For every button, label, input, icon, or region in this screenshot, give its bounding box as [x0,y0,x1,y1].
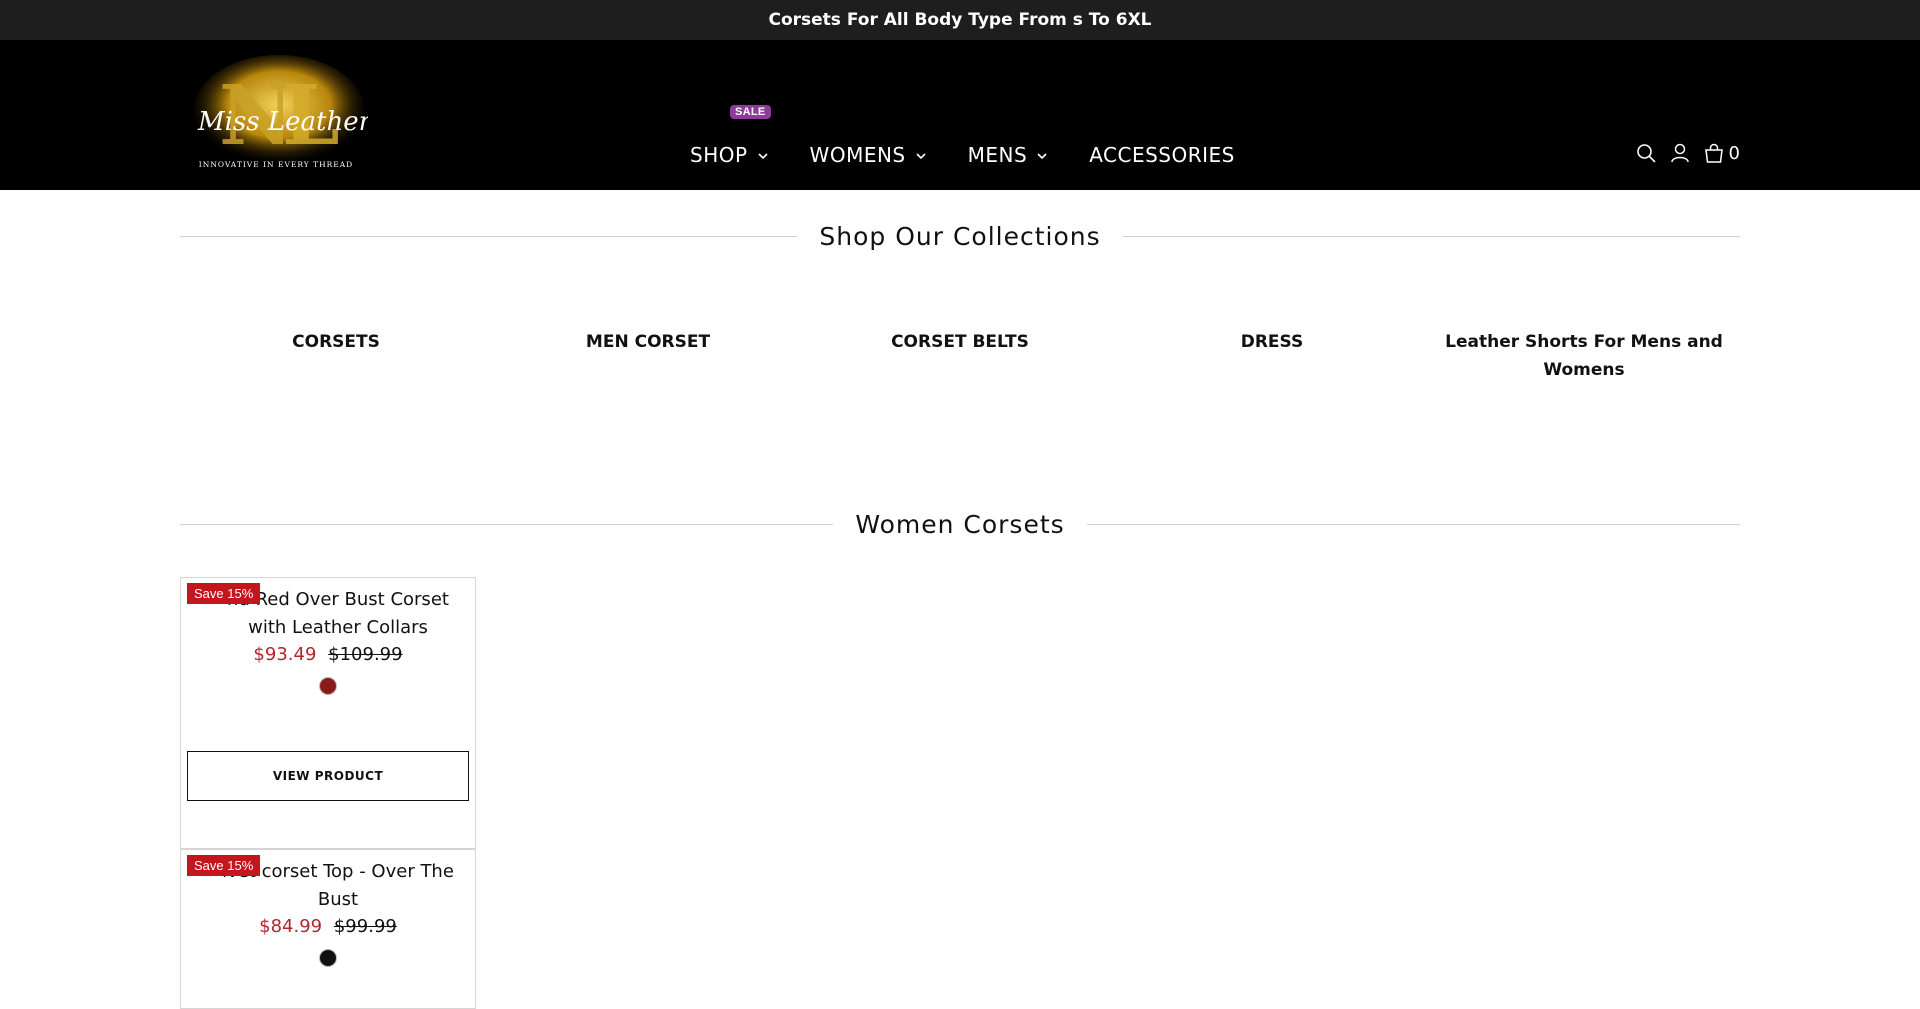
nav-label-womens: WOMENS [809,143,906,167]
announcement-text: Corsets For All Body Type From s To 6XL [768,10,1152,30]
women-corsets-title: Women Corsets [855,510,1065,539]
swatch-row [181,949,475,967]
collections-title: Shop Our Collections [819,222,1101,251]
cart-link[interactable]: 0 [1703,142,1740,164]
price-row: $84.99 $99.99 [181,916,475,937]
collection-dress[interactable]: DRESS [1116,328,1428,384]
color-swatch[interactable] [319,949,337,967]
swatch-row [181,677,475,695]
cart-count: 0 [1728,142,1740,164]
color-swatch[interactable] [319,677,337,695]
search-icon[interactable] [1635,142,1657,164]
view-product-button[interactable]: VIEW PRODUCT [187,751,469,801]
product-card[interactable]: Save 15% lvet corset Top - Over The Bust… [180,849,476,1009]
collection-corset-belts[interactable]: CORSET BELTS [804,328,1116,384]
price-row: $93.49 $109.99 [181,644,475,665]
chevron-down-icon [757,153,768,160]
chevron-down-icon [916,153,926,160]
save-badge: Save 15% [187,855,261,876]
chevron-down-icon [1037,153,1047,160]
divider [1086,524,1740,525]
collections-list: CORSETS MEN CORSET CORSET BELTS DRESS Le… [180,328,1740,384]
main-nav: SALE SHOP WOMENS MENS ACCESSORIES [690,105,1235,170]
bag-icon [1704,143,1723,163]
announcement-bar: Corsets For All Body Type From s To 6XL [0,0,1920,40]
brand-logo[interactable]: N L Miss Leather INNOVATIVE IN EVERY THR… [184,52,368,174]
svg-text:INNOVATIVE IN EVERY THREAD: INNOVATIVE IN EVERY THREAD [199,160,353,169]
divider [180,524,834,525]
collection-men-corset[interactable]: MEN CORSET [492,328,804,384]
user-icon[interactable] [1669,142,1691,164]
sale-badge: SALE [730,105,771,119]
save-badge: Save 15% [187,583,261,604]
divider [180,236,798,237]
women-corsets-heading: Women Corsets [180,510,1740,539]
nav-item-womens[interactable]: WOMENS [810,143,926,167]
nav-label-mens: MENS [967,143,1028,167]
collection-corsets[interactable]: CORSETS [180,328,492,384]
collection-leather-shorts[interactable]: Leather Shorts For Mens and Womens [1428,328,1740,384]
divider [1122,236,1741,237]
nav-item-accessories[interactable]: ACCESSORIES [1089,143,1235,167]
original-price: $109.99 [328,644,403,665]
nav-label-shop: SHOP [690,143,748,167]
collections-heading: Shop Our Collections [180,222,1741,251]
site-header: N L Miss Leather INNOVATIVE IN EVERY THR… [0,40,1920,190]
original-price: $99.99 [333,916,397,937]
header-icons: 0 [1623,142,1740,164]
sale-price: $84.99 [259,916,323,937]
nav-item-shop[interactable]: SALE SHOP [690,105,771,167]
nav-item-mens[interactable]: MENS [968,143,1048,167]
sale-price: $93.49 [253,644,317,665]
svg-text:Miss Leather: Miss Leather [197,107,368,137]
product-card[interactable]: Save 15% nd Red Over Bust Corset with Le… [180,577,476,849]
nav-label-accessories: ACCESSORIES [1089,143,1235,167]
